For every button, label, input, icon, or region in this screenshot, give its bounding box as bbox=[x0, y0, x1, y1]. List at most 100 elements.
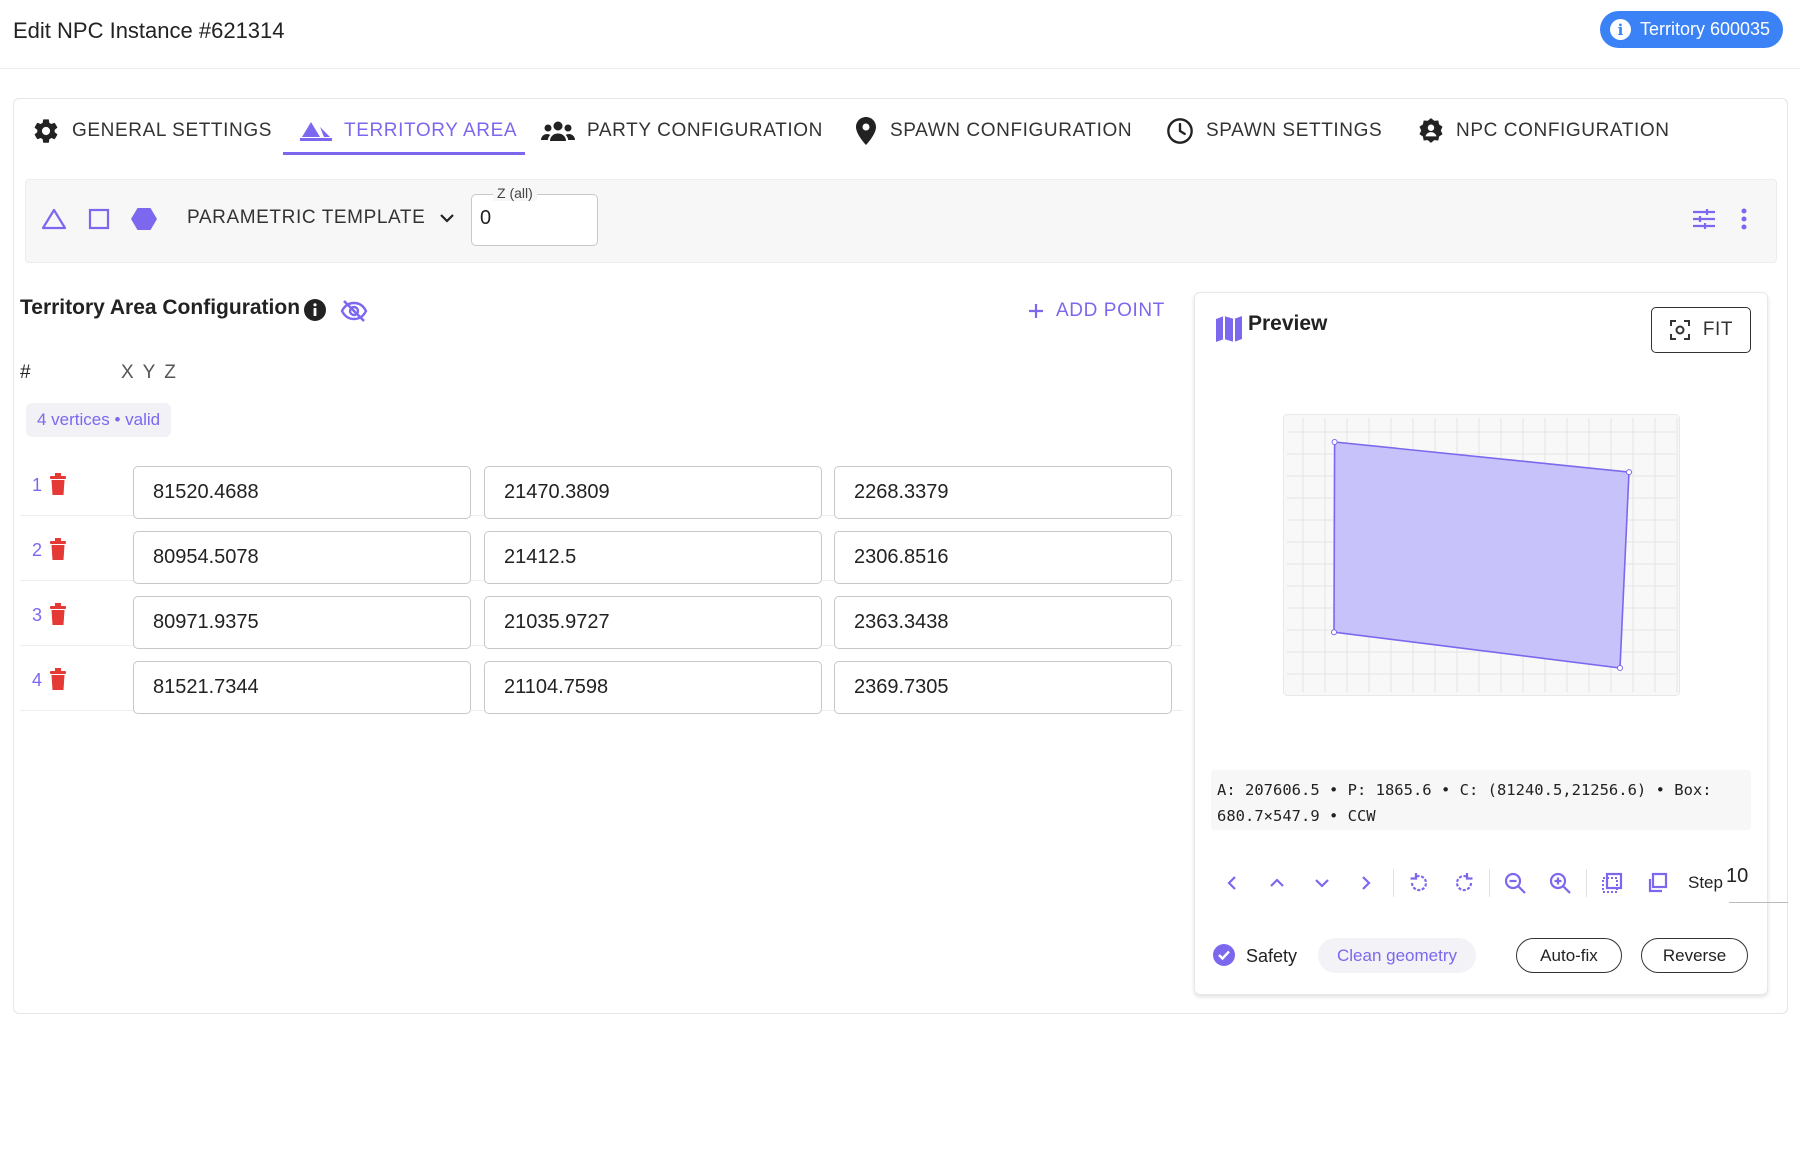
vertex-handle[interactable] bbox=[1626, 469, 1632, 476]
tab-label: SPAWN CONFIGURATION bbox=[890, 120, 1133, 141]
zoom-in-button[interactable] bbox=[1545, 868, 1575, 898]
tab-territory-area[interactable]: TERRITORY AREA bbox=[300, 106, 517, 156]
tab-spawn-configuration[interactable]: SPAWN CONFIGURATION bbox=[854, 106, 1132, 156]
info-icon bbox=[304, 299, 326, 321]
plus-icon bbox=[1029, 304, 1043, 318]
rotate-ccw-icon bbox=[1410, 873, 1428, 892]
vertex-z-input[interactable] bbox=[834, 466, 1172, 519]
vertex-y-input[interactable] bbox=[484, 466, 822, 519]
tab-label: GENERAL SETTINGS bbox=[72, 120, 272, 141]
adjust-settings-button[interactable] bbox=[1690, 205, 1718, 233]
npc-badge-icon bbox=[1419, 118, 1443, 143]
column-header-index: # bbox=[20, 362, 31, 383]
step-input[interactable] bbox=[1726, 865, 1786, 888]
row-index: 2 bbox=[32, 540, 43, 560]
header-divider bbox=[0, 68, 1800, 69]
clock-icon bbox=[1167, 118, 1193, 144]
vertex-x-input[interactable] bbox=[133, 661, 471, 714]
auto-fix-button[interactable]: Auto-fix bbox=[1516, 938, 1622, 973]
reverse-button[interactable]: Reverse bbox=[1641, 938, 1748, 973]
zoom-in-icon bbox=[1549, 872, 1571, 894]
territory-chip-label: Territory 600035 bbox=[1640, 19, 1771, 39]
triangle-tool-button[interactable] bbox=[40, 205, 68, 233]
territory-polygon bbox=[1333, 441, 1630, 669]
zoom-out-button[interactable] bbox=[1500, 868, 1530, 898]
tab-spawn-settings[interactable]: SPAWN SETTINGS bbox=[1166, 106, 1382, 156]
vertex-handle[interactable] bbox=[1331, 439, 1338, 445]
info-button[interactable] bbox=[303, 298, 327, 327]
tune-icon bbox=[1693, 209, 1715, 229]
table-row: 3 bbox=[20, 581, 1182, 649]
z-all-input[interactable] bbox=[480, 207, 580, 230]
rotate-right-button[interactable] bbox=[1449, 868, 1479, 898]
trash-icon bbox=[50, 473, 66, 495]
delete-vertex-button[interactable] bbox=[50, 538, 66, 565]
tab-npc-configuration[interactable]: NPC CONFIGURATION bbox=[1418, 106, 1670, 156]
step-input-underline bbox=[1729, 902, 1788, 903]
active-tab-indicator bbox=[283, 152, 525, 155]
map-icon bbox=[1215, 314, 1243, 349]
vertex-x-input[interactable] bbox=[133, 466, 471, 519]
vertex-z-input[interactable] bbox=[834, 661, 1172, 714]
check-icon bbox=[1218, 950, 1230, 961]
geometry-stats-line: A: 207606.5 • P: 1865.6 • C: (81240.5,21… bbox=[1217, 781, 1712, 799]
more-vertical-icon bbox=[1741, 208, 1747, 230]
chevron-down-icon bbox=[1315, 879, 1329, 888]
tab-party-configuration[interactable]: PARTY CONFIGURATION bbox=[541, 106, 823, 156]
rotate-left-button[interactable] bbox=[1404, 868, 1434, 898]
delete-vertex-button[interactable] bbox=[50, 668, 66, 695]
add-point-label: ADD POINT bbox=[1056, 300, 1165, 321]
move-left-button[interactable] bbox=[1217, 868, 1247, 898]
visibility-toggle[interactable] bbox=[340, 299, 368, 328]
territory-chip[interactable]: i Territory 600035 bbox=[1600, 11, 1783, 48]
delete-vertex-button[interactable] bbox=[50, 473, 66, 500]
delete-vertex-button[interactable] bbox=[50, 603, 66, 630]
vertex-y-input[interactable] bbox=[484, 531, 822, 584]
page-title: Edit NPC Instance #621314 bbox=[13, 18, 285, 43]
row-index: 1 bbox=[32, 475, 43, 495]
info-icon: i bbox=[1610, 19, 1631, 40]
row-index: 4 bbox=[32, 670, 43, 690]
safety-label: Safety bbox=[1246, 946, 1298, 966]
section-title: Territory Area Configuration bbox=[20, 296, 301, 319]
vertex-y-input[interactable] bbox=[484, 596, 822, 649]
gear-icon bbox=[34, 119, 58, 143]
vertex-y-input[interactable] bbox=[484, 661, 822, 714]
zoom-out-icon bbox=[1504, 872, 1526, 894]
copy-shape-icon bbox=[1648, 872, 1668, 893]
vertex-z-input[interactable] bbox=[834, 596, 1172, 649]
move-up-button[interactable] bbox=[1262, 868, 1292, 898]
table-row: 2 bbox=[20, 516, 1182, 584]
duplicate-button[interactable] bbox=[1642, 868, 1672, 898]
safety-checkbox[interactable] bbox=[1213, 944, 1235, 966]
step-label: Step bbox=[1688, 873, 1723, 892]
move-right-button[interactable] bbox=[1351, 868, 1381, 898]
select-area-button[interactable] bbox=[1597, 868, 1627, 898]
vertex-handle[interactable] bbox=[1617, 665, 1623, 671]
move-down-button[interactable] bbox=[1307, 868, 1337, 898]
chevron-up-icon bbox=[1270, 878, 1284, 887]
parametric-template-dropdown[interactable]: PARAMETRIC TEMPLATE bbox=[187, 207, 455, 229]
vertex-x-input[interactable] bbox=[133, 596, 471, 649]
fit-button[interactable]: FIT bbox=[1651, 307, 1751, 353]
add-point-button[interactable]: ADD POINT bbox=[1028, 300, 1165, 322]
vertex-x-input[interactable] bbox=[133, 531, 471, 584]
control-divider bbox=[1393, 869, 1394, 897]
trash-icon bbox=[50, 538, 66, 560]
chevron-down-icon bbox=[440, 214, 455, 223]
territory-preview-plot bbox=[1283, 414, 1680, 696]
geometry-stats: A: 207606.5 • P: 1865.6 • C: (81240.5,21… bbox=[1211, 770, 1751, 830]
polygon-tool-button[interactable] bbox=[129, 204, 159, 234]
more-options-button[interactable] bbox=[1734, 205, 1754, 233]
table-row: 4 bbox=[20, 646, 1182, 714]
rectangle-tool-button[interactable] bbox=[85, 205, 113, 233]
row-index: 3 bbox=[32, 605, 43, 625]
vertex-handle[interactable] bbox=[1331, 629, 1337, 636]
z-all-label: Z (all) bbox=[493, 185, 537, 201]
tab-label: SPAWN SETTINGS bbox=[1206, 120, 1383, 141]
vertex-z-input[interactable] bbox=[834, 531, 1172, 584]
vertex-table: 1 2 3 4 bbox=[20, 451, 1182, 723]
tab-label: PARTY CONFIGURATION bbox=[587, 120, 823, 141]
tab-general-settings[interactable]: GENERAL SETTINGS bbox=[32, 106, 272, 156]
clean-geometry-button[interactable]: Clean geometry bbox=[1318, 938, 1476, 973]
